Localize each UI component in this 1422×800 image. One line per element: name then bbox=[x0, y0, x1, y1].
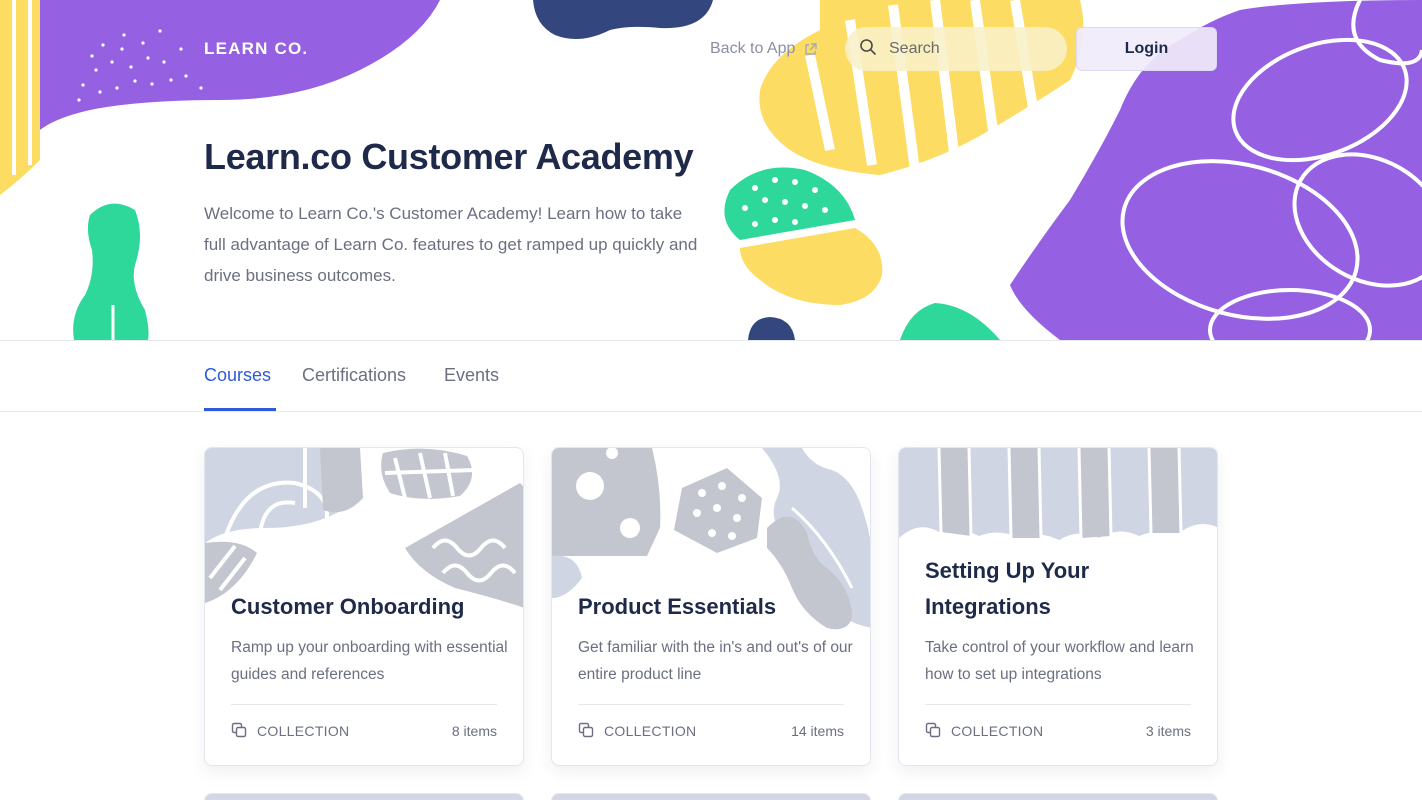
tab-events[interactable]: Events bbox=[444, 365, 499, 386]
tab-bar: Courses Certifications Events bbox=[0, 340, 1422, 412]
card-type-label: COLLECTION bbox=[257, 723, 350, 739]
page-title: Learn.co Customer Academy bbox=[204, 136, 694, 177]
collection-icon bbox=[578, 722, 594, 741]
course-card-partial[interactable] bbox=[551, 793, 871, 800]
tab-courses[interactable]: Courses bbox=[204, 365, 271, 386]
login-button[interactable]: Login bbox=[1076, 27, 1217, 71]
search-box[interactable] bbox=[845, 27, 1067, 71]
card-divider bbox=[925, 704, 1191, 705]
card-footer: COLLECTION 8 items bbox=[231, 721, 497, 741]
card-item-count: 8 items bbox=[451, 723, 497, 739]
course-card-partial[interactable] bbox=[204, 793, 524, 800]
collection-icon bbox=[231, 722, 247, 741]
external-link-icon bbox=[803, 42, 818, 57]
card-footer: COLLECTION 3 items bbox=[925, 721, 1191, 741]
search-icon bbox=[859, 38, 877, 61]
course-card-setting-up-integrations[interactable]: Setting Up Your Integrations Take contro… bbox=[898, 447, 1218, 766]
back-to-app-label: Back to App bbox=[710, 40, 796, 57]
tab-certifications[interactable]: Certifications bbox=[302, 365, 406, 386]
card-title: Setting Up Your Integrations bbox=[925, 558, 1090, 619]
hero-banner: LEARN CO. Back to App Login Learn.co Cus… bbox=[0, 0, 1422, 340]
card-divider bbox=[231, 704, 497, 705]
card-title: Product Essentials bbox=[578, 594, 777, 619]
card-type: COLLECTION bbox=[231, 722, 349, 741]
logo[interactable]: LEARN CO. bbox=[204, 39, 308, 59]
card-description: Ramp up your onboarding with essential g… bbox=[231, 639, 508, 683]
card-type: COLLECTION bbox=[925, 722, 1043, 741]
hero-description: Welcome to Learn Co.'s Customer Academy!… bbox=[204, 204, 698, 285]
course-card-partial[interactable] bbox=[898, 793, 1218, 800]
card-divider bbox=[578, 704, 844, 705]
card-type-label: COLLECTION bbox=[951, 723, 1044, 739]
card-item-count: 3 items bbox=[1145, 723, 1191, 739]
course-card-customer-onboarding[interactable]: Customer Onboarding Ramp up your onboard… bbox=[204, 447, 524, 766]
card-footer: COLLECTION 14 items bbox=[578, 721, 844, 741]
card-title: Customer Onboarding bbox=[231, 594, 465, 619]
card-type-label: COLLECTION bbox=[604, 723, 697, 739]
collection-icon bbox=[925, 722, 941, 741]
back-to-app-link[interactable]: Back to App bbox=[710, 40, 818, 58]
card-type: COLLECTION bbox=[578, 722, 696, 741]
active-tab-indicator bbox=[204, 408, 276, 411]
card-item-count: 14 items bbox=[791, 723, 844, 739]
card-description: Get familiar with the in's and out's of … bbox=[578, 639, 853, 683]
page: LEARN CO. Back to App Login Learn.co Cus… bbox=[0, 0, 1422, 800]
search-input[interactable] bbox=[889, 40, 1049, 58]
course-card-product-essentials[interactable]: Product Essentials Get familiar with the… bbox=[551, 447, 871, 766]
card-description: Take control of your workflow and learn … bbox=[925, 639, 1194, 683]
